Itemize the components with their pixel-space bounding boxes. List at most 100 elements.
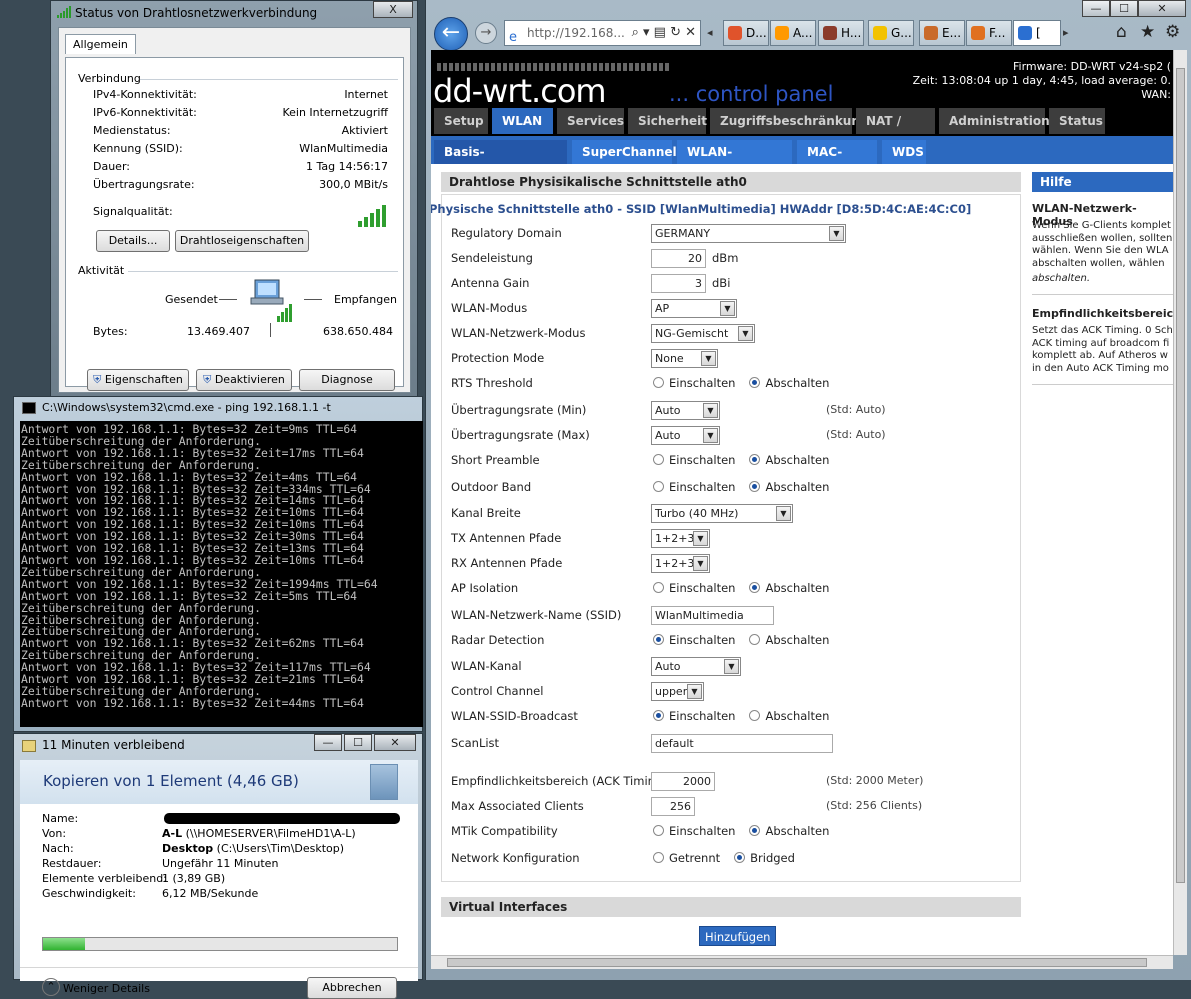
cancel-button[interactable]: Abbrechen: [307, 977, 397, 999]
maximize-button[interactable]: ☐: [344, 734, 372, 751]
search-refresh-stop-icons[interactable]: ⌕ ▾ ▤ ↻ ✕: [632, 21, 696, 45]
forward-button[interactable]: →: [475, 22, 497, 44]
radio-option[interactable]: Abschalten: [749, 633, 829, 647]
gear-icon[interactable]: ⚙: [1165, 22, 1180, 42]
radio-option[interactable]: Getrennt: [653, 851, 720, 865]
field-label-rxant: RX Antennen Pfade: [451, 556, 563, 570]
diagnose-button[interactable]: Diagnose: [299, 369, 395, 391]
radio-option[interactable]: Abschalten: [749, 376, 829, 390]
main-tab[interactable]: Services: [557, 108, 624, 134]
radio-option[interactable]: Abschalten: [749, 480, 829, 494]
favorites-star-icon[interactable]: ★: [1140, 22, 1155, 42]
bytes-sent: 13.469.407: [187, 325, 250, 338]
main-tab[interactable]: Status: [1049, 108, 1105, 134]
tab-scroll-right[interactable]: ▸: [1063, 22, 1075, 44]
radio-option[interactable]: Abschalten: [749, 709, 829, 723]
browser-tab[interactable]: E...: [919, 20, 965, 46]
select-ratemin[interactable]: Auto ▼: [651, 401, 720, 420]
close-button[interactable]: X: [373, 1, 413, 18]
select-netmode[interactable]: NG-Gemischt ▼: [651, 324, 755, 343]
radio-option[interactable]: Einschalten: [653, 633, 735, 647]
select-txant[interactable]: 1+2+3 ▼: [651, 529, 710, 548]
main-tab[interactable]: Zugriffsbeschränkung: [710, 108, 868, 134]
browser-tab[interactable]: A...: [770, 20, 816, 46]
radio-option[interactable]: Einschalten: [653, 376, 735, 390]
close-button[interactable]: ✕: [1138, 0, 1186, 17]
radio-button[interactable]: [653, 377, 664, 388]
radio-option[interactable]: Abschalten: [749, 824, 829, 838]
input-txpower[interactable]: 20: [651, 249, 706, 268]
radio-button[interactable]: [749, 710, 761, 721]
close-button[interactable]: ✕: [374, 734, 416, 751]
radio-button[interactable]: [749, 634, 761, 645]
radio-option[interactable]: Einschalten: [653, 453, 735, 467]
minimize-button[interactable]: —: [314, 734, 342, 751]
select-channel[interactable]: Auto ▼: [651, 657, 741, 676]
radio-button[interactable]: [734, 852, 746, 863]
main-tab[interactable]: NAT / QoS: [856, 108, 935, 154]
radio-option[interactable]: Einschalten: [653, 709, 735, 723]
home-icon[interactable]: ⌂: [1116, 22, 1127, 42]
radio-option[interactable]: Einschalten: [653, 480, 735, 494]
input-ssid[interactable]: WlanMultimedia: [651, 606, 774, 625]
back-button[interactable]: ←: [434, 17, 468, 51]
select-regdomain[interactable]: GERMANY ▼: [651, 224, 846, 243]
input-ack[interactable]: 2000: [651, 772, 715, 791]
main-tab[interactable]: Administration: [939, 108, 1050, 134]
radio-button[interactable]: [749, 454, 761, 465]
input-gain[interactable]: 3: [651, 274, 706, 293]
add-button[interactable]: Hinzufügen: [699, 926, 777, 946]
radio-button[interactable]: [653, 454, 664, 465]
chevron-up-icon[interactable]: ⌃: [42, 978, 60, 996]
vertical-scrollbar[interactable]: [1173, 50, 1187, 955]
details-button[interactable]: Details...: [96, 230, 170, 252]
sub-tab[interactable]: WLAN-Sicherheit: [677, 140, 792, 183]
horizontal-scrollbar[interactable]: [431, 955, 1173, 969]
radio-button[interactable]: [653, 582, 664, 593]
radio-button[interactable]: [749, 377, 761, 388]
radio-button[interactable]: [653, 710, 664, 721]
browser-tab[interactable]: D...: [723, 20, 769, 46]
radio-button[interactable]: [653, 852, 664, 863]
sub-tab[interactable]: MAC-Filter: [797, 140, 877, 183]
browser-tab[interactable]: H...: [818, 20, 864, 46]
input-scan[interactable]: default: [651, 734, 833, 753]
radio-button[interactable]: [653, 481, 664, 492]
radio-option[interactable]: Bridged: [734, 851, 795, 865]
select-mode[interactable]: AP ▼: [651, 299, 737, 318]
select-rxant[interactable]: 1+2+3 ▼: [651, 554, 710, 573]
wireless-properties-button[interactable]: Drahtloseigenschaften: [175, 230, 309, 252]
browser-tab[interactable]: F...: [966, 20, 1012, 46]
input-maxcl[interactable]: 256: [651, 797, 695, 816]
disable-button[interactable]: ⛨ Deaktivieren: [196, 369, 292, 391]
console-output[interactable]: Antwort von 192.168.1.1: Bytes=32 Zeit=9…: [20, 421, 423, 727]
less-details-link[interactable]: Weniger Details: [63, 982, 150, 995]
properties-button[interactable]: ⛨ Eigenschaften: [87, 369, 189, 391]
browser-tab[interactable]: [: [1013, 20, 1061, 46]
radio-option[interactable]: Abschalten: [749, 453, 829, 467]
radio-option[interactable]: Einschalten: [653, 824, 735, 838]
minimize-button[interactable]: —: [1082, 0, 1110, 17]
radio-button[interactable]: [749, 481, 761, 492]
select-ratemax[interactable]: Auto ▼: [651, 426, 720, 445]
sub-tab[interactable]: SuperChannel: [572, 140, 677, 164]
main-tab[interactable]: Setup: [434, 108, 488, 134]
radio-button[interactable]: [749, 825, 761, 836]
radio-option[interactable]: Einschalten: [653, 581, 735, 595]
radio-option[interactable]: Abschalten: [749, 581, 829, 595]
select-ctrl[interactable]: upper ▼: [651, 682, 704, 701]
main-tab[interactable]: Sicherheit: [628, 108, 707, 134]
radio-button[interactable]: [653, 825, 664, 836]
select-protection[interactable]: None ▼: [651, 349, 718, 368]
tab-scroll-left[interactable]: ◂: [707, 22, 721, 44]
maximize-button[interactable]: ☐: [1110, 0, 1138, 17]
browser-tab[interactable]: G...: [868, 20, 914, 46]
radio-button[interactable]: [653, 634, 664, 645]
main-tab[interactable]: WLAN: [492, 108, 553, 134]
select-width[interactable]: Turbo (40 MHz) ▼: [651, 504, 793, 523]
sub-tab[interactable]: Basis-Einstellungen: [434, 140, 567, 183]
address-bar[interactable]: e http://192.168... ⌕ ▾ ▤ ↻ ✕: [504, 20, 701, 46]
radio-button[interactable]: [749, 582, 761, 593]
tab-general[interactable]: Allgemein: [65, 34, 136, 54]
sub-tab[interactable]: WDS: [882, 140, 926, 164]
